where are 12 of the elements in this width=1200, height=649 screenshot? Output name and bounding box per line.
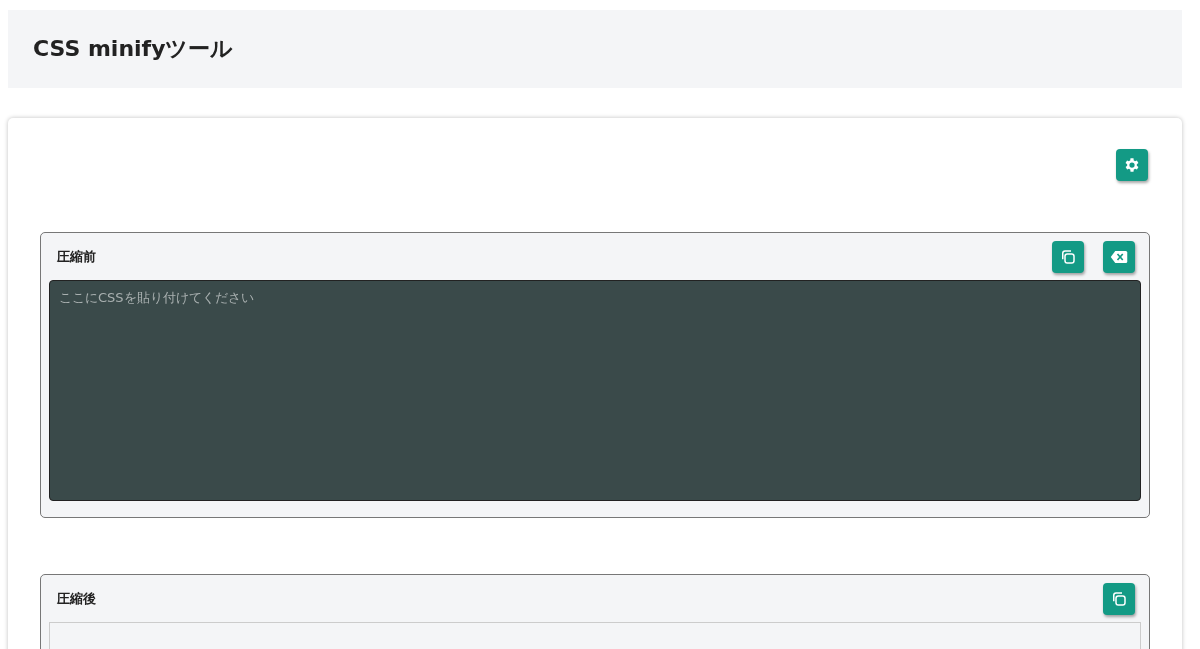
backspace-icon [1110,249,1128,265]
copy-icon [1110,590,1128,608]
panel-label: 圧縮前 [56,248,97,266]
settings-icon [1123,156,1141,174]
copy-button[interactable] [1052,241,1084,273]
page-title: CSS minifyツール [33,35,234,63]
copy-icon [1059,248,1077,266]
clear-button[interactable] [1103,241,1135,273]
copy-button[interactable] [1103,583,1135,615]
css-input-field[interactable]: ここにCSSを貼り付けてください [49,280,1141,501]
panel-label: 圧縮後 [56,590,97,608]
settings-button[interactable] [1116,149,1148,181]
